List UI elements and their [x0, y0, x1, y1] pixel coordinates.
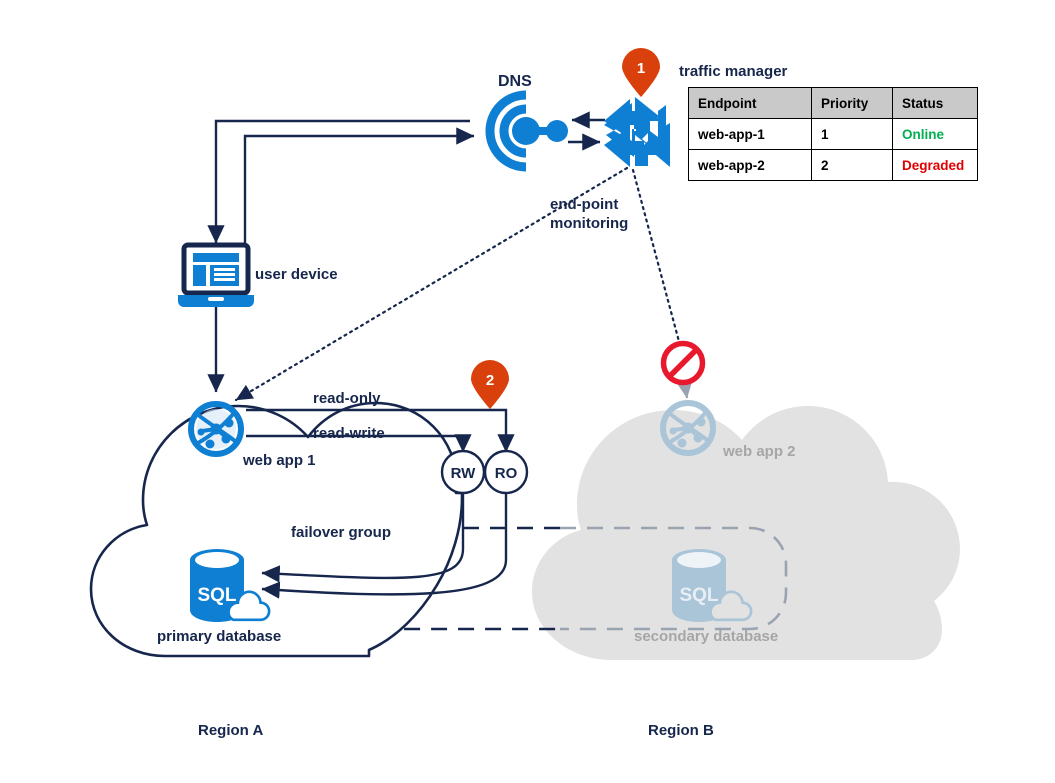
- dns-user-device-links: [207, 119, 475, 244]
- step-badge-2-number: 2: [486, 372, 494, 389]
- status-badge: Online: [892, 118, 978, 150]
- traffic-manager-label: traffic manager: [679, 63, 788, 80]
- blocked-icon: [660, 340, 706, 386]
- read-write-label: read-write: [313, 425, 385, 442]
- priority-cell: 1: [811, 118, 893, 150]
- user-device-icon: [178, 242, 254, 307]
- region-a-label: Region A: [198, 722, 264, 739]
- endpoint-monitoring-label-line2: monitoring: [550, 215, 629, 232]
- traffic-manager-icon: [604, 97, 670, 167]
- primary-database-label: primary database: [157, 628, 282, 645]
- dns-icon: [485, 90, 568, 172]
- sql-secondary-label: SQL: [679, 585, 718, 606]
- read-only-label: read-only: [313, 390, 381, 407]
- endpoint-monitoring-label-line1: end-point: [550, 196, 619, 213]
- web-app-1-label: web app 1: [243, 452, 316, 469]
- dns-label: DNS: [498, 73, 532, 90]
- diagram-canvas: RW RO SQL SQL 1 2 DNS traffic manager us…: [0, 0, 1055, 783]
- endpoint-cell: web-app-2: [688, 149, 812, 181]
- failover-group-label: failover group: [291, 524, 392, 541]
- traffic-manager-table: Endpoint Priority Status web-app-1 1 Onl…: [688, 87, 978, 181]
- priority-cell: 2: [811, 149, 893, 181]
- sql-primary-label: SQL: [197, 585, 236, 606]
- column-header-endpoint: Endpoint: [688, 87, 812, 119]
- column-header-priority: Priority: [811, 87, 893, 119]
- table-row: web-app-1 1 Online: [688, 118, 978, 150]
- column-header-status: Status: [892, 87, 978, 119]
- step-badge-1: 1: [622, 48, 660, 97]
- user-device-label: user device: [255, 266, 338, 283]
- web-app-icon: [188, 401, 244, 457]
- secondary-database-label: secondary database: [634, 628, 779, 645]
- rw-node-label: RW: [451, 465, 477, 482]
- web-app-2-label: web app 2: [723, 443, 796, 460]
- ro-node-label: RO: [495, 465, 518, 482]
- step-badge-1-number: 1: [637, 60, 645, 77]
- region-a-cloud: [89, 401, 464, 658]
- table-header-row: Endpoint Priority Status: [688, 87, 978, 119]
- step-badge-2: 2: [471, 360, 509, 409]
- table-row: web-app-2 2 Degraded: [688, 149, 978, 181]
- endpoint-cell: web-app-1: [688, 118, 812, 150]
- dns-traffic-manager-links: [568, 111, 605, 151]
- region-b-label: Region B: [648, 722, 714, 739]
- ro-endpoint-node: RO: [483, 449, 529, 495]
- status-badge: Degraded: [892, 149, 978, 181]
- endpoint-monitoring-lines: [234, 166, 693, 402]
- rw-endpoint-node: RW: [440, 449, 486, 495]
